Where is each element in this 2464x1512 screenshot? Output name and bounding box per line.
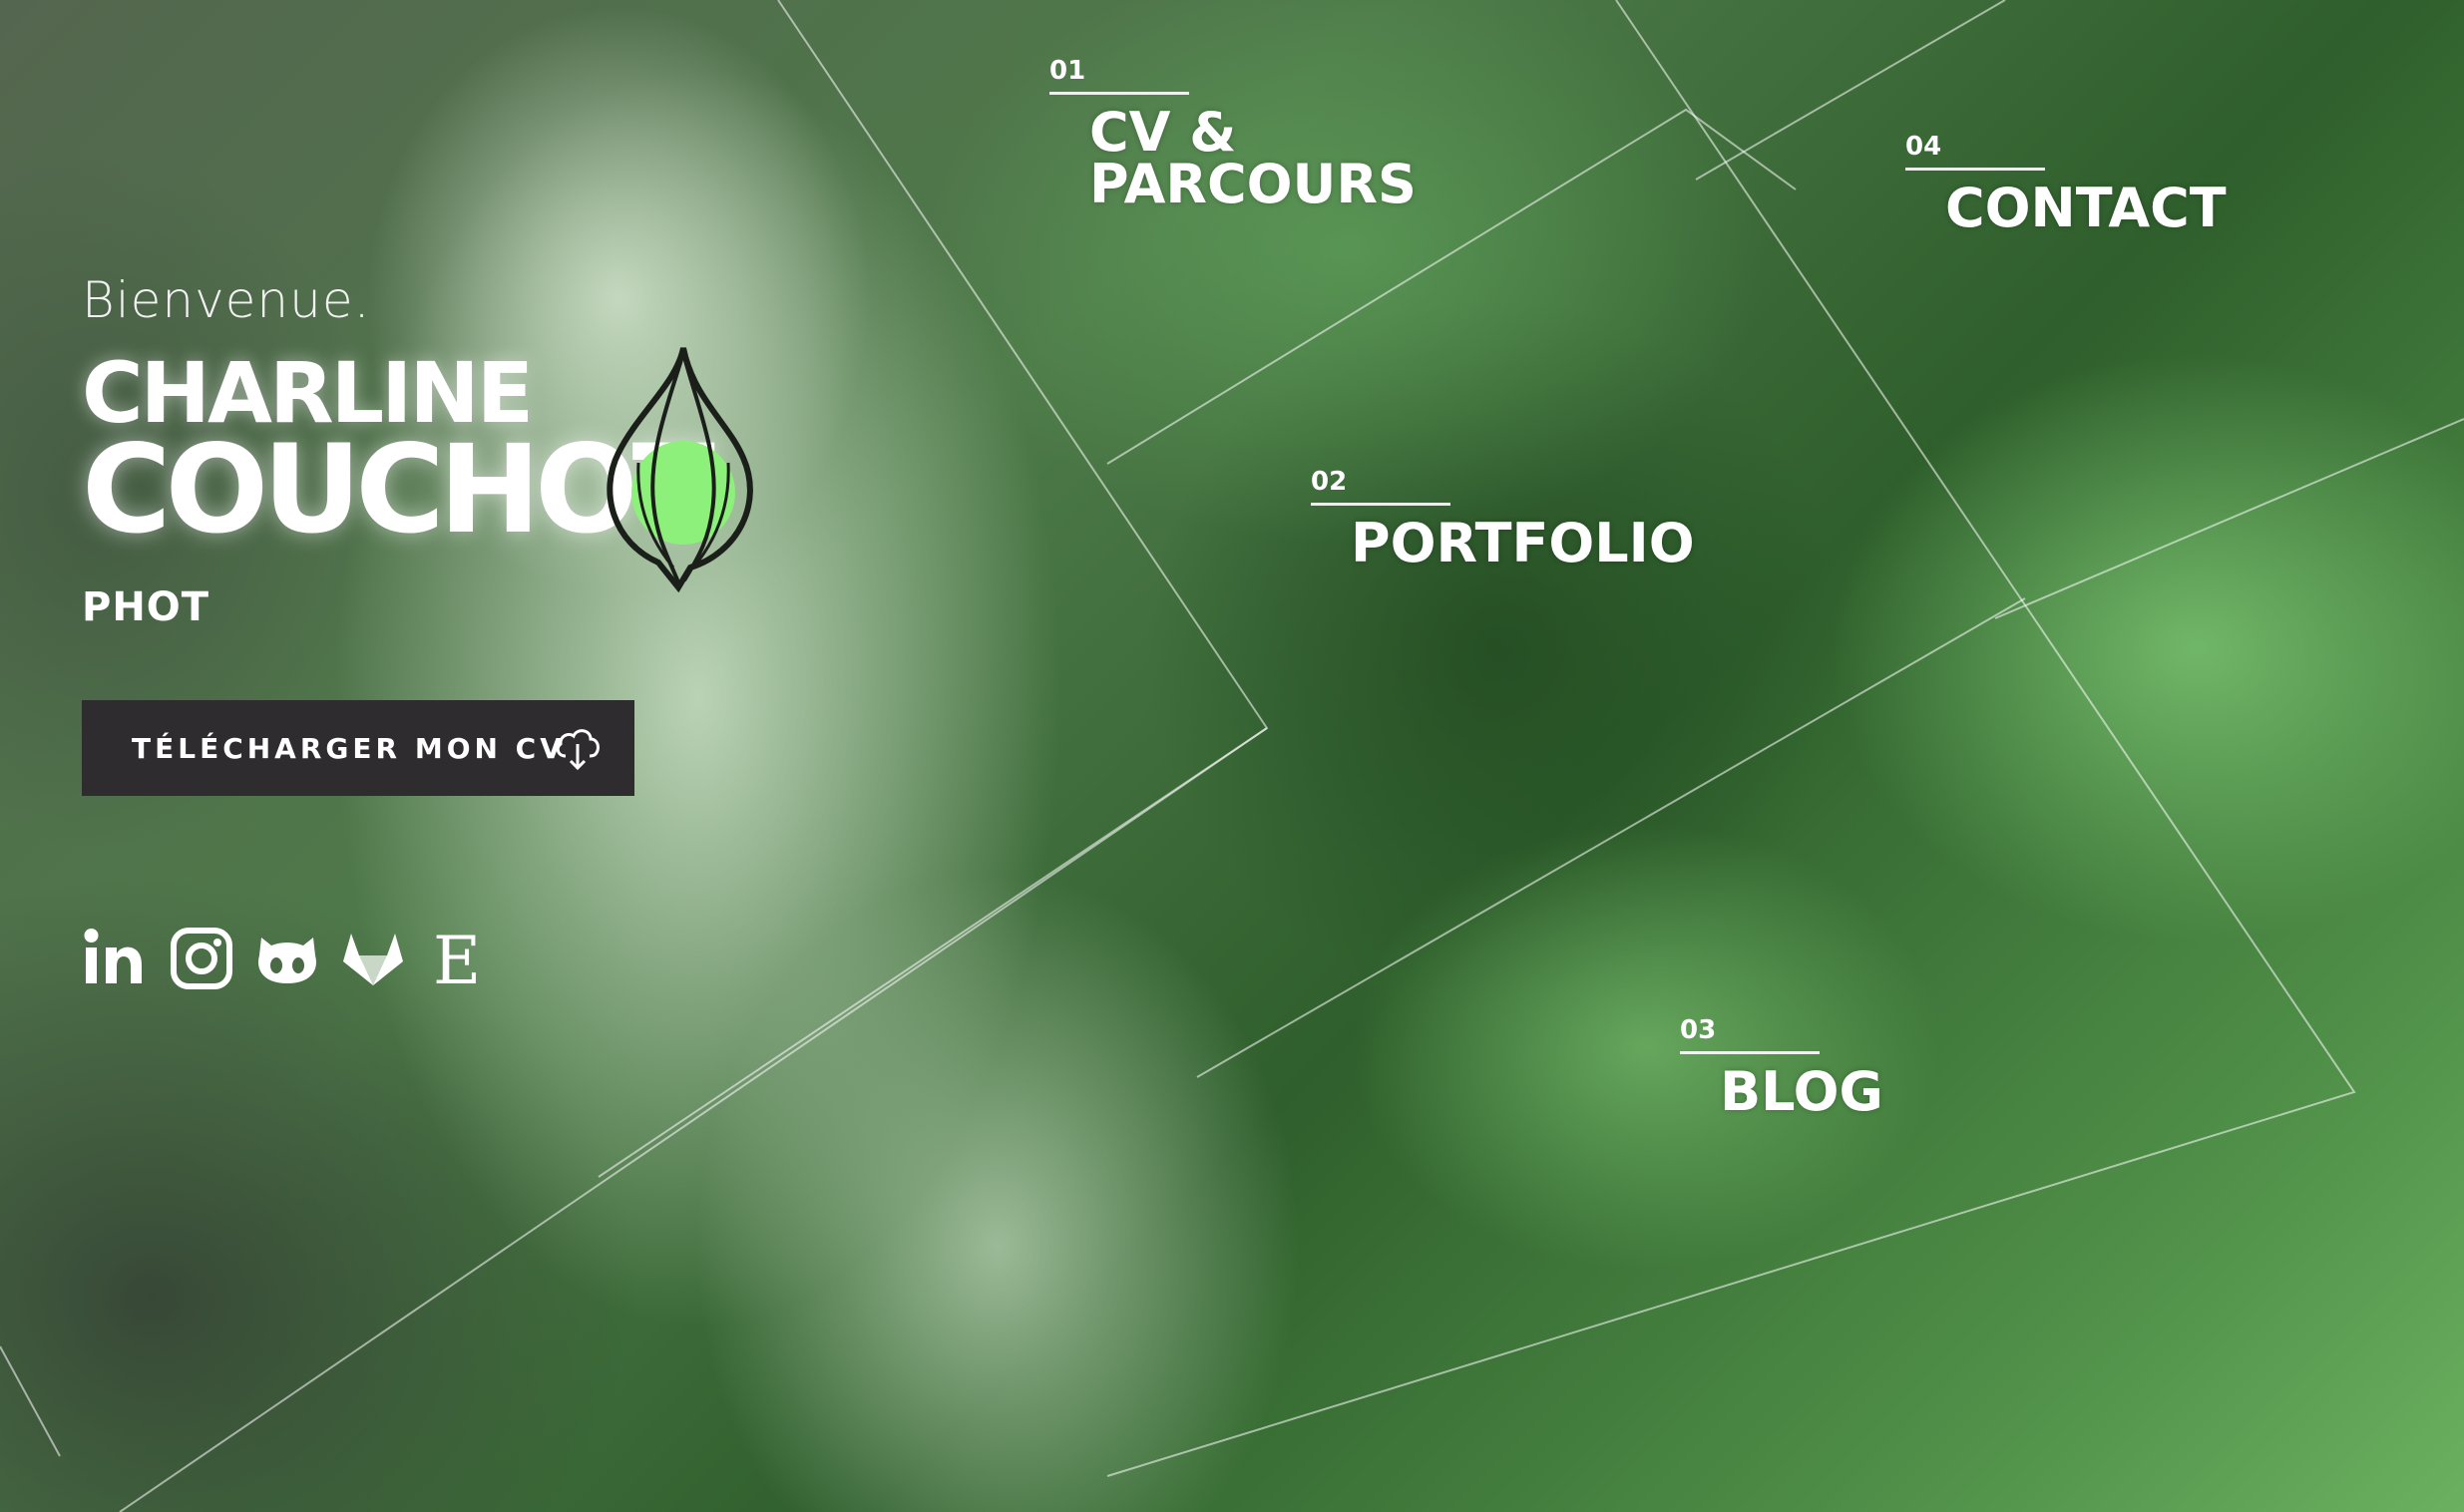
nav-number: 02 xyxy=(1311,467,1348,497)
linkedin-icon[interactable] xyxy=(84,926,148,991)
nav-label: CV & PARCOURS xyxy=(1089,101,1417,215)
nav-label: PORTFOLIO xyxy=(1351,512,1695,574)
gitlab-icon[interactable] xyxy=(341,926,405,991)
nav-item-contact[interactable]: 04 CONTACT xyxy=(1905,132,2227,239)
nav-number: 01 xyxy=(1049,56,1086,86)
nav-number: 04 xyxy=(1905,132,1942,162)
github-icon[interactable] xyxy=(255,926,319,991)
nav-rule xyxy=(1311,503,1450,506)
nav-item-blog[interactable]: 03 BLOG xyxy=(1680,1015,1883,1123)
nav-number: 03 xyxy=(1680,1015,1717,1045)
download-cv-label: TÉLÉCHARGER MON CV xyxy=(132,731,566,765)
nav-rule xyxy=(1680,1051,1820,1054)
nav-label: BLOG xyxy=(1720,1060,1883,1123)
etsy-icon[interactable]: E xyxy=(427,923,491,999)
download-cv-button[interactable]: TÉLÉCHARGER MON CV xyxy=(82,700,634,796)
cloud-download-icon xyxy=(556,729,600,771)
nav-item-cv-parcours[interactable]: 01 CV & PARCOURS xyxy=(1049,56,1417,215)
nav-label: CONTACT xyxy=(1945,177,2227,239)
nav-rule xyxy=(1905,168,2045,171)
social-links: E xyxy=(84,923,491,999)
nav-rule xyxy=(1049,92,1189,95)
instagram-icon[interactable] xyxy=(170,926,233,991)
job-title: PHOT xyxy=(82,584,210,630)
onion-logo-icon xyxy=(607,347,753,592)
svg-text:E: E xyxy=(433,926,481,991)
nav-item-portfolio[interactable]: 02 PORTFOLIO xyxy=(1311,467,1695,574)
greeting: Bienvenue. xyxy=(82,271,371,329)
